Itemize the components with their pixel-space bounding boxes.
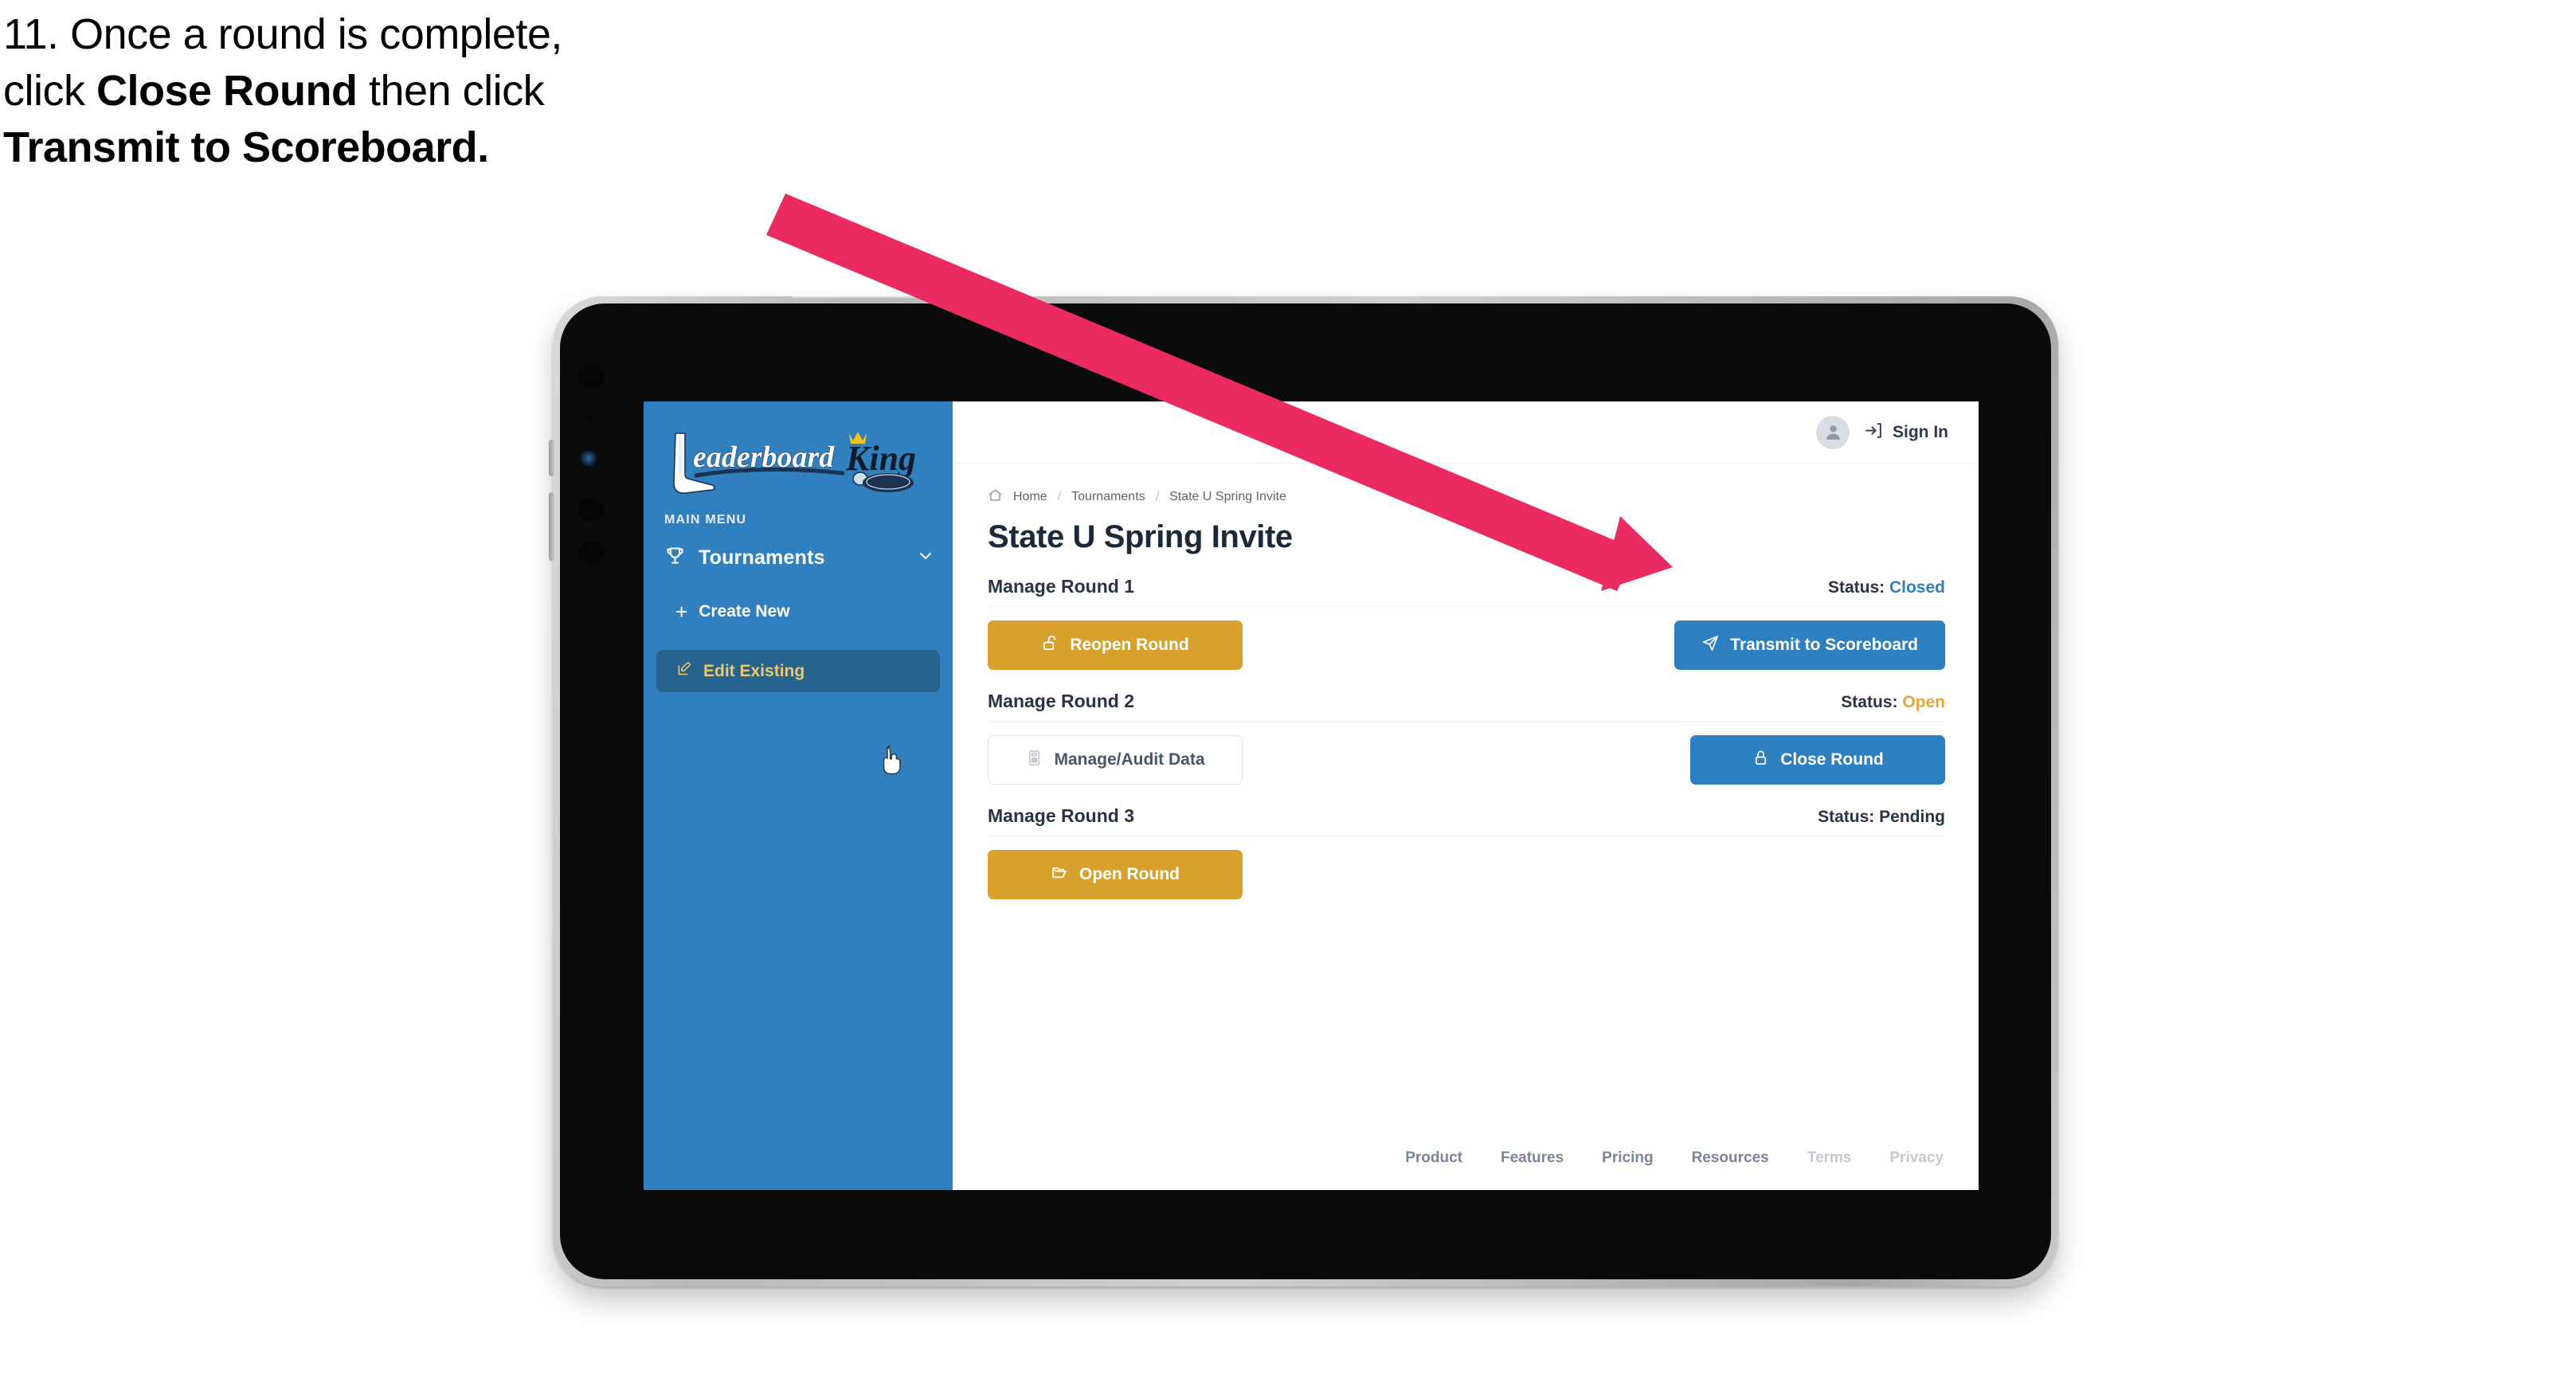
manage-audit-data-button[interactable]: Manage/Audit Data [988,735,1243,785]
open-round-button[interactable]: Open Round [988,850,1243,899]
round-2-actions: Manage/Audit Data Close Round [988,735,1945,785]
transmit-to-scoreboard-label: Transmit to Scoreboard [1730,636,1918,654]
open-folder-icon [1051,863,1069,887]
edit-pencil-icon [675,660,692,682]
plus-icon: + [675,600,688,624]
caption-line-2-bold: Close Round [96,67,358,115]
reopen-round-label: Reopen Round [1070,636,1189,654]
mouse-cursor-pointing-hand [883,746,901,775]
round-3-status-value: Pending [1879,808,1945,826]
paper-plane-icon [1701,634,1720,657]
caption-line-3-bold: Transmit to Scoreboard. [3,123,489,171]
round-block-3: Manage Round 3 Status: Pending Open Roun… [988,805,1945,899]
footer-link-features[interactable]: Features [1501,1149,1564,1167]
avatar[interactable] [1816,415,1850,449]
sidebar-item-tournaments[interactable]: Tournaments [644,527,953,574]
sidebar-item-edit-existing[interactable]: Edit Existing [656,650,940,692]
footer: Product Features Pricing Resources Terms… [953,1141,1979,1190]
caption-line-2: click Close Round then click [3,69,848,112]
content-area: Home / Tournaments / State U Spring Invi… [953,464,1979,1141]
tablet-speaker-icon [577,499,605,521]
close-round-label: Close Round [1780,750,1884,769]
tablet-bezel: eaderboard King MAIN MENU Tournaments + … [560,303,2051,1279]
sidebar-item-create-new-label: Create New [699,602,790,621]
tablet-mic-icon [577,541,605,563]
sign-in-label: Sign In [1893,422,1948,441]
breadcrumb-separator: / [1155,490,1160,503]
tablet-volume-button[interactable] [549,492,554,561]
sidebar-item-tournaments-label: Tournaments [699,546,825,569]
breadcrumb-separator: / [1057,490,1062,503]
breadcrumb-item-home[interactable]: Home [1013,490,1047,504]
footer-link-privacy[interactable]: Privacy [1889,1149,1944,1167]
trophy-icon [664,545,686,570]
footer-link-pricing[interactable]: Pricing [1602,1149,1653,1167]
round-1-status: Status: Closed [1828,578,1945,597]
instruction-caption: 11. Once a round is complete, click Clos… [3,13,848,182]
round-2-status-value: Open [1902,693,1945,711]
unlock-icon [1041,634,1059,657]
round-1-status-value: Closed [1889,578,1945,597]
tablet-sensor-icon [587,415,594,422]
sign-in-arrow-icon [1864,421,1884,444]
round-2-status-label: Status: [1841,693,1898,711]
user-avatar-icon [1826,425,1840,440]
round-block-1: Manage Round 1 Status: Closed Reopen Rou… [988,576,1945,670]
breadcrumb: Home / Tournaments / State U Spring Invi… [988,487,1945,507]
round-1-header: Manage Round 1 Status: Closed [988,576,1945,597]
footer-link-product[interactable]: Product [1405,1149,1462,1167]
svg-text:King: King [845,439,916,478]
sidebar-item-create-new[interactable]: + Create New [656,591,940,632]
leaderboard-king-logo-icon: eaderboard King [673,432,916,494]
round-1-divider [988,606,1945,607]
round-3-name: Manage Round 3 [988,805,1135,826]
calculator-icon [1025,749,1043,772]
reopen-round-button[interactable]: Reopen Round [988,621,1243,670]
page-title: State U Spring Invite [988,519,1293,554]
manage-audit-data-label: Manage/Audit Data [1054,750,1205,769]
round-block-2: Manage Round 2 Status: Open Manage/Audit… [988,691,1945,785]
sidebar-item-edit-existing-label: Edit Existing [703,661,805,680]
caption-line-1: 11. Once a round is complete, [3,10,562,58]
caption-line-2-pre: click [3,67,96,115]
round-3-status-label: Status: [1818,808,1875,826]
sidebar: eaderboard King MAIN MENU Tournaments + … [644,401,953,1190]
round-3-actions: Open Round [988,850,1945,899]
round-2-header: Manage Round 2 Status: Open [988,691,1945,712]
round-2-name: Manage Round 2 [988,691,1135,711]
caption-line-2-post: then click [357,67,545,115]
chevron-down-icon[interactable] [916,546,935,570]
tablet-camera-icon [577,366,605,388]
tablet-device: eaderboard King MAIN MENU Tournaments + … [549,294,2058,1286]
tablet-top-notch [792,294,959,298]
round-2-status: Status: Open [1841,693,1945,712]
app-logo[interactable]: eaderboard King [644,422,953,500]
top-bar: Sign In [953,401,1979,464]
screenshot-canvas: 11. Once a round is complete, click Clos… [0,0,2576,1386]
footer-link-resources[interactable]: Resources [1692,1149,1769,1167]
round-1-actions: Reopen Round Transmit to Scoreboard [988,621,1945,670]
tablet-indicator-led-icon [579,451,598,467]
close-round-button[interactable]: Close Round [1690,735,1945,785]
breadcrumb-item-tournaments[interactable]: Tournaments [1071,490,1145,504]
transmit-to-scoreboard-button[interactable]: Transmit to Scoreboard [1674,621,1945,670]
footer-link-terms[interactable]: Terms [1807,1149,1852,1167]
sidebar-section-label: MAIN MENU [664,513,747,527]
tablet-screen: eaderboard King MAIN MENU Tournaments + … [644,401,1979,1190]
round-1-status-label: Status: [1827,578,1885,597]
main-content: Sign In Home / Tournaments / State U Spr… [953,401,1979,1190]
round-3-header: Manage Round 3 Status: Pending [988,805,1945,827]
breadcrumb-item-current: State U Spring Invite [1169,490,1286,503]
caption-line-3: Transmit to Scoreboard. [3,126,848,169]
round-2-divider [988,721,1945,722]
sign-in-button[interactable]: Sign In [1864,421,1948,444]
tablet-power-button[interactable] [549,440,554,476]
open-round-label: Open Round [1079,865,1180,883]
round-3-status: Status: Pending [1818,808,1945,827]
lock-icon [1752,749,1770,772]
round-1-name: Manage Round 1 [988,576,1135,597]
home-icon[interactable] [988,487,1003,507]
